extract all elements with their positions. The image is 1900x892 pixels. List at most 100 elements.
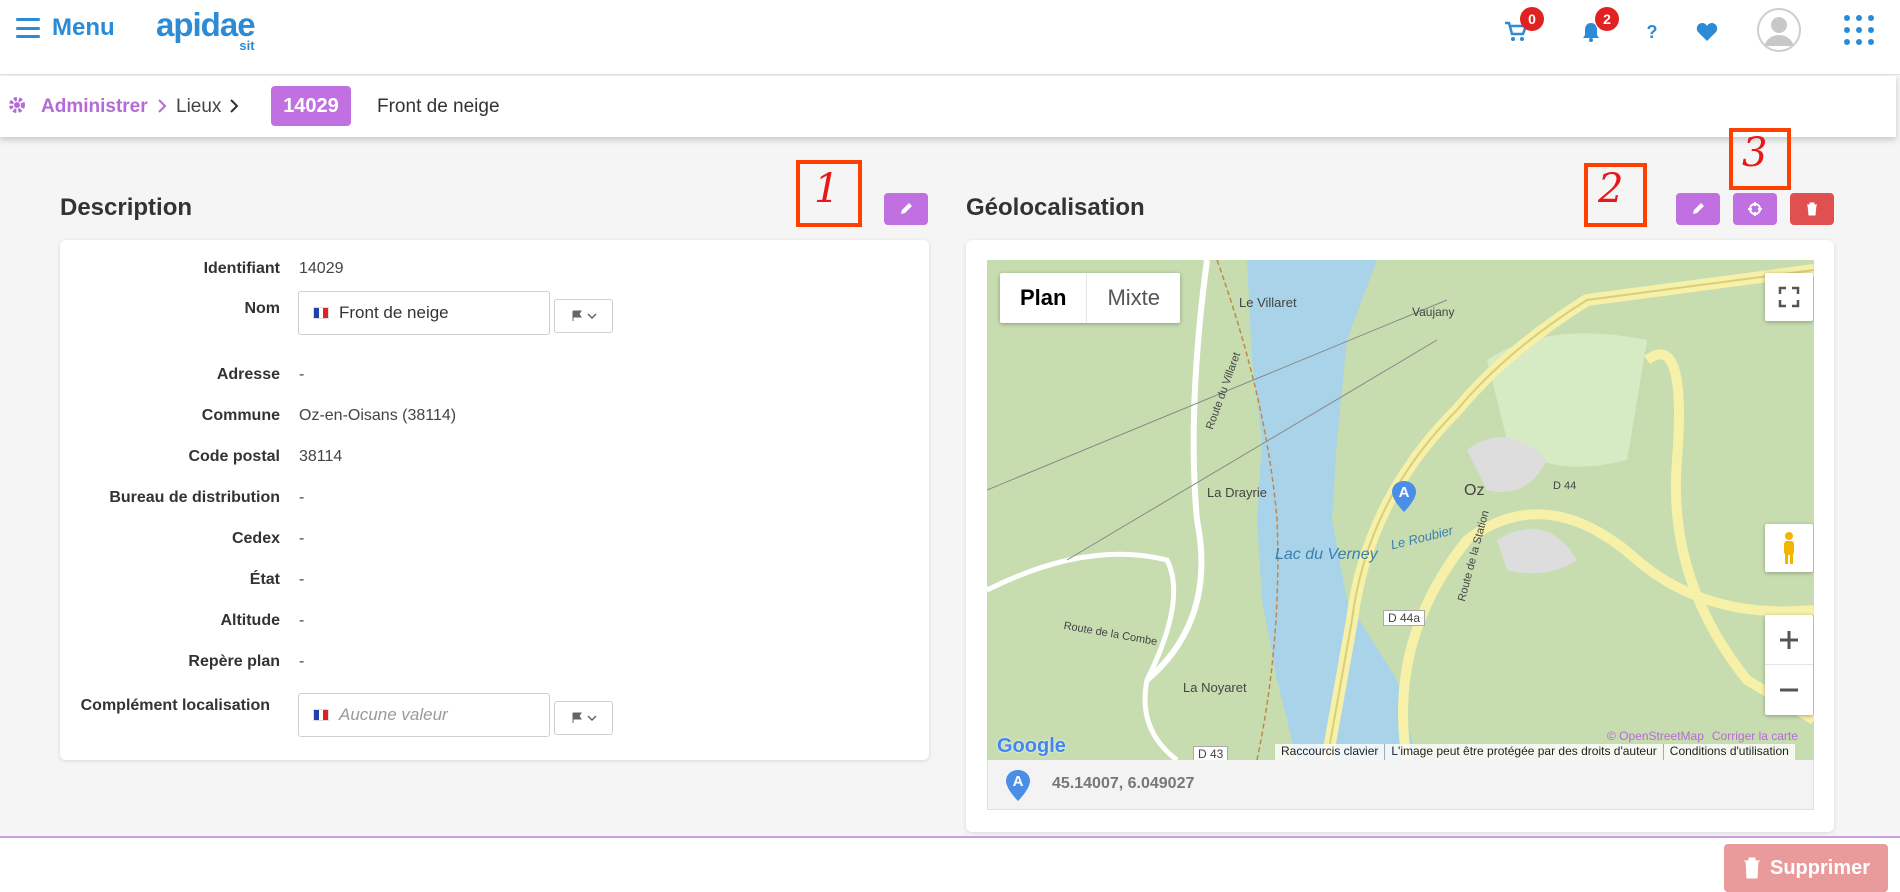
value-cedex: - xyxy=(299,530,305,547)
help-button[interactable]: ? xyxy=(1638,18,1666,46)
delete-record-button[interactable]: Supprimer xyxy=(1724,844,1888,892)
map-type-toggle: Plan Mixte xyxy=(1000,273,1181,323)
value-code-postal: 38114 xyxy=(299,448,343,465)
fullscreen-button[interactable] xyxy=(1765,273,1813,321)
chevron-right-icon xyxy=(230,99,239,113)
minus-icon xyxy=(1780,688,1798,692)
menu-label: Menu xyxy=(52,14,115,41)
locate-button[interactable] xyxy=(1733,193,1777,225)
complement-language-dropdown[interactable] xyxy=(554,701,613,735)
nom-language-dropdown[interactable] xyxy=(554,299,613,333)
delete-record-label: Supprimer xyxy=(1769,856,1871,879)
user-avatar[interactable] xyxy=(1757,8,1801,52)
annotation-number-2: 2 xyxy=(1598,166,1624,212)
keyboard-shortcuts-link[interactable]: Raccourcis clavier xyxy=(1275,744,1386,760)
value-repere-plan: - xyxy=(299,653,305,670)
cart-count-badge: 0 xyxy=(1520,7,1544,31)
google-logo: Google xyxy=(997,735,1066,757)
label-altitude: Altitude xyxy=(220,612,280,629)
label-code-postal: Code postal xyxy=(188,448,280,465)
complement-placeholder: Aucune valeur xyxy=(339,705,448,724)
label-bureau-distribution: Bureau de distribution xyxy=(109,489,280,506)
label-etat: État xyxy=(249,571,280,588)
notification-count-badge: 2 xyxy=(1595,7,1619,31)
map-label-drayrie: La Drayrie xyxy=(1207,485,1267,500)
map-attribution: © OpenStreetMap Corriger la carte xyxy=(1607,729,1798,743)
coordinates-value: 45.14007, 6.049027 xyxy=(1052,775,1195,792)
apps-grid-icon[interactable] xyxy=(1844,15,1874,45)
map-label-d43: D 43 xyxy=(1193,746,1229,760)
nom-input-value: Front de neige xyxy=(339,303,449,322)
help-icon: ? xyxy=(1646,21,1658,42)
value-bureau-distribution: - xyxy=(299,489,305,506)
description-card: Identifiant 14029 Nom Front de neige Adr… xyxy=(60,240,929,760)
trash-icon xyxy=(1743,857,1760,879)
map-label-d44a: D 44a xyxy=(1383,610,1426,626)
breadcrumb-lieux-link[interactable]: Lieux xyxy=(176,96,221,118)
chevron-down-icon xyxy=(586,715,597,721)
map-label-noyaret: La Noyaret xyxy=(1183,680,1247,695)
label-repere-plan: Repère plan xyxy=(188,653,280,670)
logo-sub-text: sit xyxy=(239,38,255,53)
description-title: Description xyxy=(60,194,193,221)
apidae-logo[interactable]: apidae sit xyxy=(156,6,256,54)
cart-button[interactable]: 0 xyxy=(1502,7,1544,46)
label-nom: Nom xyxy=(244,300,280,317)
map-type-mixte-button[interactable]: Mixte xyxy=(1086,273,1180,323)
label-commune: Commune xyxy=(201,407,280,424)
logo-main-text: apidae xyxy=(156,6,256,43)
map-label-villaret: Le Villaret xyxy=(1239,295,1297,310)
value-commune: Oz-en-Oisans (38114) xyxy=(299,407,457,424)
correct-map-link[interactable]: Corriger la carte xyxy=(1712,729,1798,743)
france-flag-icon xyxy=(313,307,329,319)
edit-description-button[interactable] xyxy=(884,193,928,225)
osm-attribution-link[interactable]: © OpenStreetMap xyxy=(1607,729,1704,743)
hamburger-icon xyxy=(16,18,40,38)
map-label-vaujany: Vaujany xyxy=(1412,305,1455,319)
coordinates-marker-letter: A xyxy=(1012,773,1024,790)
annotation-number-1: 1 xyxy=(814,166,840,212)
street-view-button[interactable] xyxy=(1765,524,1813,572)
delete-geolocation-button[interactable] xyxy=(1790,193,1834,225)
map-label-lac-verney: Lac du Verney xyxy=(1275,546,1378,563)
bottom-action-bar xyxy=(0,838,1900,892)
notifications-button[interactable]: 2 xyxy=(1577,7,1619,46)
label-adresse: Adresse xyxy=(216,366,280,383)
trash-icon xyxy=(1807,202,1817,216)
value-adresse: - xyxy=(299,366,305,383)
nom-input[interactable]: Front de neige xyxy=(298,291,550,335)
flag-icon xyxy=(572,310,582,321)
coordinates-marker: A xyxy=(1004,769,1032,808)
breadcrumb-admin-link[interactable]: Administrer xyxy=(41,96,148,118)
map-marker[interactable]: A xyxy=(1390,480,1418,519)
terms-of-use-link[interactable]: Conditions d'utilisation xyxy=(1664,744,1795,760)
favorites-button[interactable] xyxy=(1693,18,1721,46)
copyright-notice: L'image peut être protégée par des droit… xyxy=(1385,744,1664,760)
geolocalisation-title: Géolocalisation xyxy=(966,194,1145,221)
user-silhouette-icon xyxy=(1757,8,1801,52)
map-label-d44: D 44 xyxy=(1553,480,1577,492)
value-altitude: - xyxy=(299,612,305,629)
record-id-badge: 14029 xyxy=(271,86,351,126)
zoom-in-button[interactable] xyxy=(1765,615,1813,665)
label-complement-localisation: Complément localisation xyxy=(80,697,270,714)
plus-icon xyxy=(1780,630,1798,649)
france-flag-icon xyxy=(313,709,329,721)
zoom-out-button[interactable] xyxy=(1765,665,1813,715)
pegman-icon xyxy=(1784,532,1794,564)
flag-icon xyxy=(572,712,582,723)
edit-geolocation-button[interactable] xyxy=(1676,193,1720,225)
record-name: Front de neige xyxy=(377,96,500,117)
map-type-plan-button[interactable]: Plan xyxy=(1000,273,1086,323)
pencil-icon xyxy=(1693,203,1704,214)
map-label-oz: Oz xyxy=(1464,482,1485,499)
menu-button[interactable]: Menu xyxy=(16,14,115,42)
complement-localisation-input[interactable]: Aucune valeur xyxy=(298,693,550,737)
annotation-number-3: 3 xyxy=(1742,130,1768,176)
label-cedex: Cedex xyxy=(231,530,280,547)
pencil-icon xyxy=(901,203,912,214)
crosshair-icon xyxy=(1748,202,1762,216)
value-identifiant: 14029 xyxy=(299,260,344,277)
map-view[interactable]: Le Villaret La Drayrie La Noyaret Oz Lac… xyxy=(987,260,1814,760)
breadcrumb: Administrer Lieux 14029 Front de neige xyxy=(0,76,1896,137)
